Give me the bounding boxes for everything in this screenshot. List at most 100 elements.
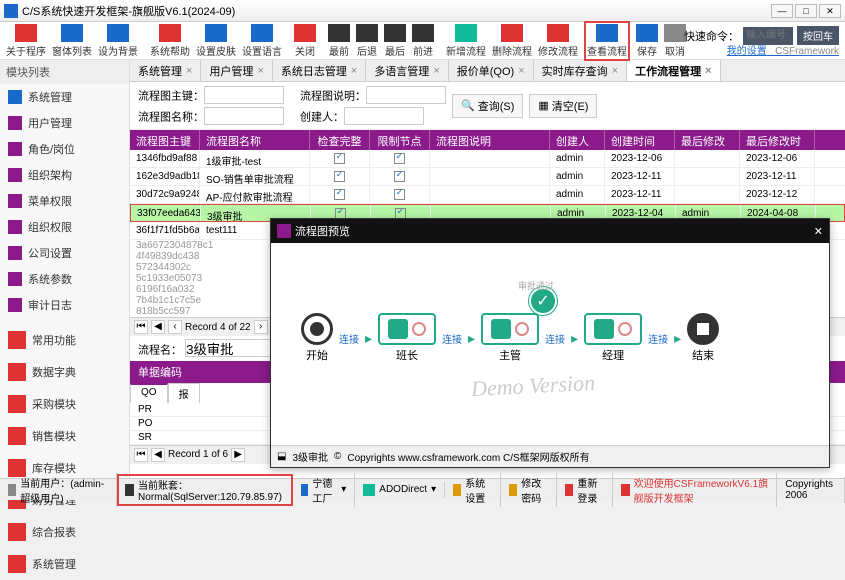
tab-系统管理[interactable]: 系统管理× [130, 60, 201, 81]
toolbar-关闭[interactable]: 关闭 [294, 24, 316, 58]
tab-close[interactable]: × [612, 65, 618, 77]
sidebar-item-组织架构[interactable]: 组织架构 [0, 162, 129, 188]
preview-footer: ⬓ 3级审批 © Copyrights www.csframework.com … [271, 445, 829, 467]
table-row[interactable]: 1346fbd9af881级审批-testadmin2023-12-062023… [130, 150, 845, 168]
toolbar-设置皮肤[interactable]: 设置皮肤 [196, 24, 236, 58]
tab-close[interactable]: × [351, 65, 357, 77]
first-page[interactable]: ⏮ [134, 320, 148, 334]
module-系统管理[interactable]: 系统管理 [0, 548, 129, 580]
filter-name-input[interactable] [204, 107, 284, 125]
tab-close[interactable]: × [257, 65, 263, 77]
flow-node-3[interactable]: 经理 [584, 313, 642, 363]
toolbar-前进[interactable]: 前进 [412, 24, 434, 58]
sub-prev[interactable]: ◀ [151, 448, 165, 462]
prev-rec[interactable]: ‹ [168, 320, 182, 334]
flow-link[interactable]: 连接 [648, 331, 668, 346]
sub-tab-报[interactable]: 报 [168, 383, 200, 403]
tab-工作流程管理[interactable]: 工作流程管理× [627, 60, 720, 81]
sidebar-item-审计日志[interactable]: 审计日志 [0, 292, 129, 318]
module-数据字典[interactable]: 数据字典 [0, 356, 129, 388]
filter-creator-input[interactable] [344, 107, 424, 125]
flow-node-1[interactable]: 班长 [378, 313, 436, 363]
col-5[interactable]: 创建人 [550, 130, 605, 150]
toolbar-修改流程[interactable]: 修改流程 [538, 24, 578, 58]
clear-button[interactable]: ▦清空(E) [529, 94, 597, 118]
next-rec[interactable]: › [254, 320, 268, 334]
sidebar-item-系统管理[interactable]: 系统管理 [0, 84, 129, 110]
toolbar-系统帮助[interactable]: 系统帮助 [150, 24, 190, 58]
sidebar-item-组织权限[interactable]: 组织权限 [0, 214, 129, 240]
module-销售模块[interactable]: 销售模块 [0, 420, 129, 452]
toolbar-查看流程[interactable]: 查看流程 [584, 21, 630, 61]
toolbar-保存[interactable]: 保存 [636, 24, 658, 58]
preview-icon [277, 224, 291, 238]
tab-实时库存查询[interactable]: 实时库存查询× [534, 60, 627, 81]
toolbar-设为背景[interactable]: 设为背景 [98, 24, 138, 58]
col-8[interactable]: 最后修改时间 [740, 130, 815, 150]
sidebar-item-系统参数[interactable]: 系统参数 [0, 266, 129, 292]
toolbar-关于程序[interactable]: 关于程序 [6, 24, 46, 58]
tab-close[interactable]: × [518, 65, 524, 77]
col-4[interactable]: 流程图说明 [430, 130, 550, 150]
search-icon: 🔍 [461, 99, 475, 112]
module-采购模块[interactable]: 采购模块 [0, 388, 129, 420]
filter-key-label: 流程图主键： [138, 91, 204, 103]
sub-tab-QO[interactable]: QO [130, 383, 168, 403]
status-settings[interactable]: 系统设置 [445, 473, 501, 507]
col-2[interactable]: 检查完整性 [310, 130, 370, 150]
flow-start[interactable]: 开始 [301, 313, 333, 363]
tab-close[interactable]: × [186, 65, 192, 77]
minimize-button[interactable]: — [771, 4, 793, 18]
flow-link[interactable]: 连接 [339, 331, 359, 346]
my-settings-link[interactable]: 我的设置 CSFramework [727, 42, 839, 57]
flow-link[interactable]: 连接 [442, 331, 462, 346]
toolbar-最后[interactable]: 最后 [384, 24, 406, 58]
filter-desc-input[interactable] [366, 86, 446, 104]
status-password[interactable]: 修改密码 [501, 473, 557, 507]
factory-icon [301, 484, 308, 496]
toolbar-设置语言[interactable]: 设置语言 [242, 24, 282, 58]
tab-close[interactable]: × [705, 65, 711, 77]
tab-多语言管理[interactable]: 多语言管理× [366, 60, 448, 81]
close-button[interactable]: ✕ [819, 4, 841, 18]
sidebar-item-用户管理[interactable]: 用户管理 [0, 110, 129, 136]
sub-next[interactable]: ▶ [231, 448, 245, 462]
toolbar-删除流程[interactable]: 删除流程 [492, 24, 532, 58]
flow-node-2[interactable]: 主管 [481, 313, 539, 363]
status-factory[interactable]: 宁德工厂 ▾ [293, 473, 355, 507]
col-1[interactable]: 流程图名称 [200, 130, 310, 150]
sidebar-item-公司设置[interactable]: 公司设置 [0, 240, 129, 266]
toolbar-取消[interactable]: 取消 [664, 24, 686, 58]
preview-copyright: Copyrights www.csframework.com C/S框架网版权所… [347, 449, 589, 464]
tab-系统日志管理[interactable]: 系统日志管理× [273, 60, 366, 81]
toolbar-窗体列表[interactable]: 窗体列表 [52, 24, 92, 58]
status-relogin[interactable]: 重新登录 [557, 473, 613, 507]
module-常用功能[interactable]: 常用功能 [0, 324, 129, 356]
sidebar-item-角色/岗位[interactable]: 角色/岗位 [0, 136, 129, 162]
col-6[interactable]: 创建时间 [605, 130, 675, 150]
search-button[interactable]: 🔍查询(S) [452, 94, 523, 118]
gear-icon [453, 484, 461, 496]
tab-用户管理[interactable]: 用户管理× [201, 60, 272, 81]
module-综合报表[interactable]: 综合报表 [0, 516, 129, 548]
maximize-button[interactable]: □ [795, 4, 817, 18]
toolbar-新增流程[interactable]: 新增流程 [446, 24, 486, 58]
col-0[interactable]: 流程图主键 [130, 130, 200, 150]
tab-报价单(QO)[interactable]: 报价单(QO)× [449, 60, 534, 81]
preview-close[interactable]: ✕ [814, 225, 823, 238]
sidebar-item-菜单权限[interactable]: 菜单权限 [0, 188, 129, 214]
sub-first[interactable]: ⏮ [134, 448, 148, 462]
toolbar-最前[interactable]: 最前 [328, 24, 350, 58]
ribbon: 关于程序窗体列表设为背景系统帮助设置皮肤设置语言关闭最前后退最后前进新增流程删除… [0, 22, 845, 60]
toolbar-后退[interactable]: 后退 [356, 24, 378, 58]
col-7[interactable]: 最后修改人 [675, 130, 740, 150]
tab-close[interactable]: × [433, 65, 439, 77]
filter-key-input[interactable] [204, 86, 284, 104]
flow-end[interactable]: 结束 [687, 313, 719, 363]
table-row[interactable]: 30d72c9a9248AP-应付款审批流程admin2023-12-11202… [130, 186, 845, 204]
prev-page[interactable]: ◀ [151, 320, 165, 334]
table-row[interactable]: 162e3d9adb18SO-销售单审批流程admin2023-12-11202… [130, 168, 845, 186]
col-3[interactable]: 限制节点数量 [370, 130, 430, 150]
status-ado[interactable]: ADODirect ▾ [355, 482, 445, 498]
flow-link[interactable]: 连接 [545, 331, 565, 346]
